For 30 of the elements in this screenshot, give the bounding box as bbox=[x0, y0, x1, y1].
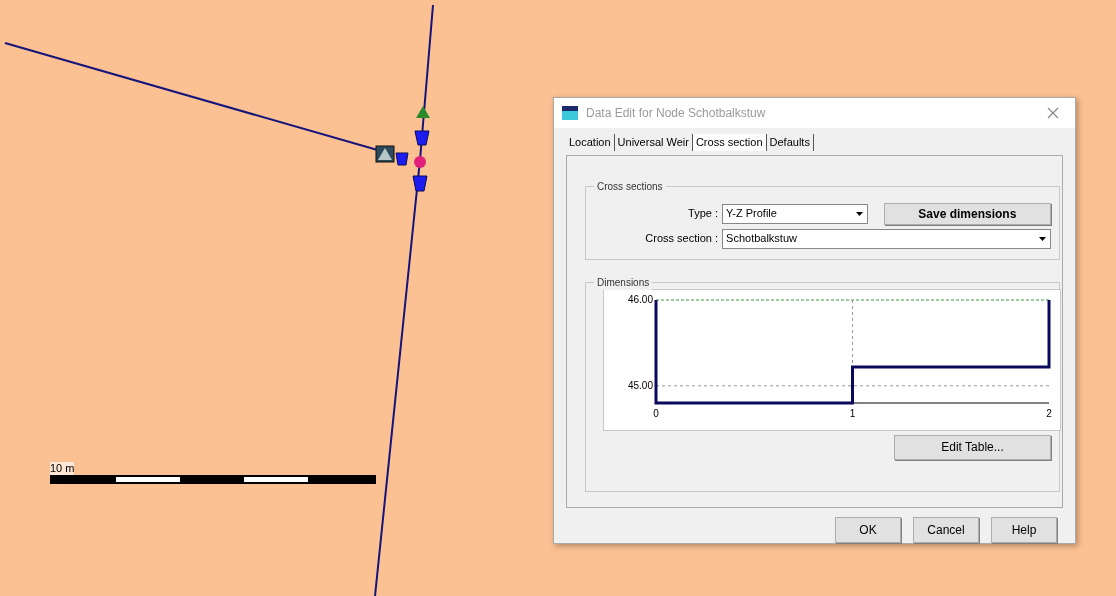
tab[interactable]: Location bbox=[566, 134, 615, 151]
dropdown-arrow-icon bbox=[1039, 236, 1046, 241]
dialog-button[interactable]: Cancel bbox=[913, 516, 979, 543]
dialog-button[interactable]: Help bbox=[991, 516, 1057, 543]
tab[interactable]: Cross section bbox=[692, 134, 767, 151]
window-title: Data Edit for Node Schotbalkstuw bbox=[586, 105, 767, 122]
app-icon bbox=[562, 106, 578, 120]
weir-node-icon bbox=[375, 145, 395, 163]
scale-label: 10 m bbox=[50, 462, 75, 475]
y-tick-label: 45.00 bbox=[627, 379, 653, 391]
junction-node-icon bbox=[414, 156, 426, 168]
y-tick-label: 46.00 bbox=[627, 293, 653, 305]
tab[interactable]: Defaults bbox=[766, 134, 814, 151]
node-icon bbox=[395, 152, 409, 166]
tab[interactable]: Universal Weir bbox=[614, 134, 693, 151]
close-icon[interactable] bbox=[1047, 107, 1059, 119]
edit-table-button[interactable]: Edit Table... bbox=[894, 434, 1051, 460]
x-tick-label: 0 bbox=[653, 407, 659, 419]
field-label: Type : bbox=[687, 206, 719, 222]
type-dropdown[interactable]: Y-Z Profile bbox=[722, 203, 868, 224]
dialog-button[interactable]: OK bbox=[835, 516, 901, 543]
boundary-triangle-icon bbox=[416, 106, 430, 118]
cross-section-dropdown[interactable]: Schotbalkstuw bbox=[722, 228, 1051, 249]
node-icon bbox=[414, 130, 430, 146]
dropdown-arrow-icon bbox=[855, 211, 863, 216]
node-icon bbox=[412, 175, 428, 192]
x-tick-label: 2 bbox=[1046, 407, 1052, 419]
save-dimensions-button[interactable]: Save dimensions bbox=[883, 202, 1051, 225]
x-tick-label: 1 bbox=[849, 407, 856, 419]
field-label: Cross section : bbox=[644, 231, 720, 247]
